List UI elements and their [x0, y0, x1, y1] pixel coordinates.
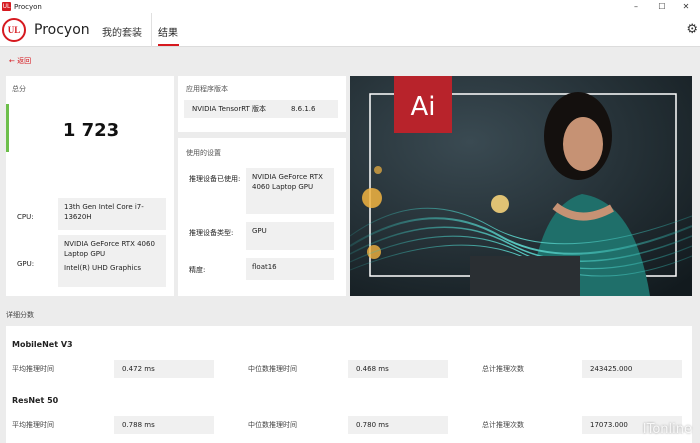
app-version-card: 应用程序版本 NVIDIA TensorRT 版本 8.6.1.6 [178, 76, 346, 132]
minimize-button[interactable]: – [624, 0, 648, 13]
ai-badge-text: Ai [410, 92, 435, 122]
device-used-label: 推理设备已使用: [189, 175, 241, 183]
precision-label: 精度: [189, 266, 206, 274]
window-titlebar: UL Procyon – ☐ ✕ [0, 0, 700, 13]
median-time-label: 中位数推理时间 [248, 421, 297, 429]
back-link[interactable]: ← 返回 [9, 56, 31, 66]
gpu-value-primary: NVIDIA GeForce RTX 4060 Laptop GPU [64, 240, 155, 258]
app-version-name: NVIDIA TensorRT 版本 [192, 105, 267, 113]
avg-time-value: 0.788 ms [114, 416, 214, 434]
avg-time-label: 平均推理时间 [12, 421, 54, 429]
total-inferences-value: 243425.000 [582, 360, 682, 378]
device-type-value: GPU [246, 222, 334, 250]
app-version-title: 应用程序版本 [186, 85, 228, 93]
app-header: UL Procyon 我的套装 结果 ⚙ [0, 13, 700, 47]
app-version-number: 8.6.1.6 [291, 105, 316, 113]
precision-value: float16 [246, 258, 334, 280]
hero-illustration: Ai [350, 76, 692, 296]
brand-name: Procyon [34, 22, 90, 38]
score-card: 总分 1 723 CPU: 13th Gen Intel Core i7-136… [6, 76, 174, 296]
maximize-button[interactable]: ☐ [650, 0, 674, 13]
tab-results[interactable]: 结果 [158, 24, 178, 39]
gpu-value-secondary: Intel(R) UHD Graphics [64, 264, 141, 272]
app-icon: UL [2, 2, 11, 11]
benchmark-name: MobileNet V3 [12, 340, 73, 349]
total-inferences-label: 总计推理次数 [482, 421, 524, 429]
arrow-left-icon: ← [9, 57, 15, 65]
score-title: 总分 [12, 85, 26, 93]
settings-title: 使用的设置 [186, 149, 221, 157]
cpu-label: CPU: [17, 213, 34, 221]
gpu-value-box: NVIDIA GeForce RTX 4060 Laptop GPU Intel… [58, 235, 166, 287]
median-time-value: 0.468 ms [348, 360, 448, 378]
gear-icon[interactable]: ⚙ [686, 22, 698, 37]
details-title: 详细分数 [6, 311, 34, 319]
gpu-label: GPU: [17, 260, 35, 268]
median-time-label: 中位数推理时间 [248, 365, 297, 373]
window-title: Procyon [14, 2, 42, 11]
close-button[interactable]: ✕ [674, 0, 698, 13]
app-version-row: NVIDIA TensorRT 版本 8.6.1.6 [184, 100, 338, 118]
avg-time-label: 平均推理时间 [12, 365, 54, 373]
hero-image: Ai [350, 76, 692, 296]
avg-time-value: 0.472 ms [114, 360, 214, 378]
details-panel: MobileNet V3 平均推理时间 0.472 ms 中位数推理时间 0.4… [6, 326, 692, 443]
active-tab-indicator [158, 44, 179, 46]
device-used-value: NVIDIA GeForce RTX 4060 Laptop GPU [246, 168, 334, 214]
device-type-label: 推理设备类型: [189, 229, 234, 237]
total-score: 1 723 [62, 120, 120, 141]
back-label: 返回 [17, 57, 32, 65]
median-time-value: 0.780 ms [348, 416, 448, 434]
total-inferences-label: 总计推理次数 [482, 365, 524, 373]
cpu-value: 13th Gen Intel Core i7-13620H [58, 198, 166, 230]
header-divider [151, 13, 152, 47]
ul-logo: UL [2, 18, 26, 42]
settings-card: 使用的设置 推理设备已使用: NVIDIA GeForce RTX 4060 L… [178, 138, 346, 296]
benchmark-name: ResNet 50 [12, 396, 59, 405]
tab-my-suites[interactable]: 我的套装 [102, 24, 142, 39]
watermark: ITonline [642, 422, 692, 437]
